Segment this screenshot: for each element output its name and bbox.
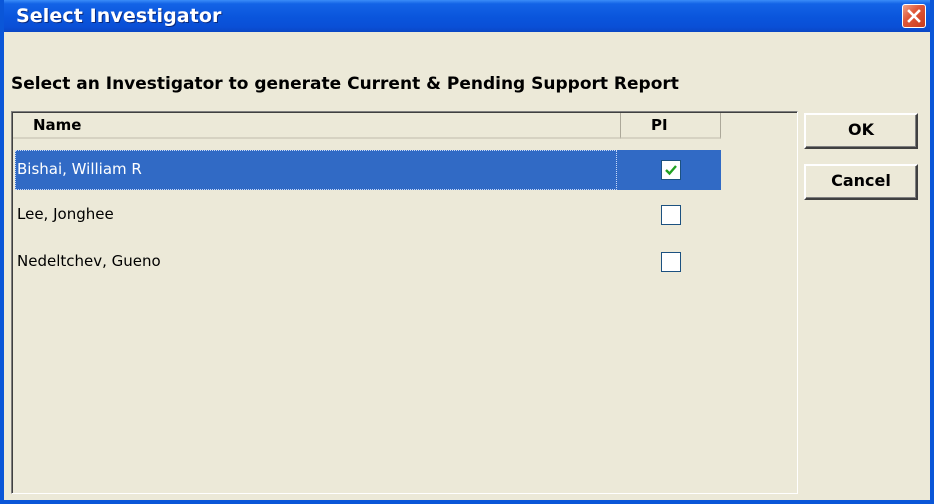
window-title: Select Investigator <box>16 5 222 27</box>
cancel-button[interactable]: Cancel <box>804 164 918 200</box>
pi-checkbox[interactable] <box>661 160 681 180</box>
pi-cell <box>617 150 721 190</box>
list-row[interactable]: Nedeltchev, Gueno <box>15 242 721 282</box>
dialog-window: Select Investigator Select an Investigat… <box>0 0 934 504</box>
list-row[interactable]: Lee, Jonghee <box>15 195 721 235</box>
column-header-pi[interactable]: PI <box>621 113 721 139</box>
investigator-name: Nedeltchev, Gueno <box>17 252 161 270</box>
close-icon <box>907 9 921 23</box>
investigator-name: Bishai, William R <box>15 150 617 190</box>
checkmark-icon <box>665 165 677 176</box>
pi-checkbox[interactable] <box>661 205 681 225</box>
column-header-name[interactable]: Name <box>13 113 621 139</box>
pi-cell <box>617 242 721 282</box>
list-row[interactable]: Bishai, William R <box>15 150 721 190</box>
investigator-list[interactable]: Name PI Bishai, William R Lee, Jonghee N… <box>11 111 798 494</box>
investigator-name: Lee, Jonghee <box>17 205 114 223</box>
close-button[interactable] <box>902 4 926 28</box>
ok-button[interactable]: OK <box>804 113 918 149</box>
pi-checkbox[interactable] <box>661 252 681 272</box>
list-header: Name PI <box>13 113 721 139</box>
instructions-label: Select an Investigator to generate Curre… <box>11 74 679 94</box>
title-bar[interactable]: Select Investigator <box>4 0 930 32</box>
pi-cell <box>617 195 721 235</box>
